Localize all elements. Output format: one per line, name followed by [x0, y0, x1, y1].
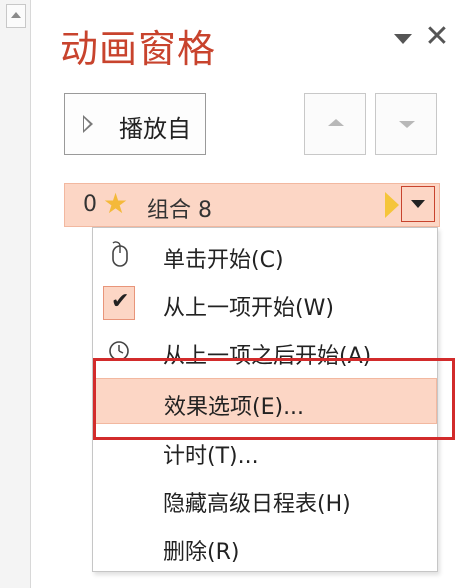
annotation-highlight-box — [93, 358, 455, 440]
menu-item-start-on-click[interactable]: 单击开始(C) — [93, 232, 437, 278]
arrow-up-icon — [328, 119, 344, 126]
move-earlier-button[interactable] — [304, 93, 366, 155]
menu-item-label: 单击开始(C) — [163, 248, 284, 273]
menu-item-label: 计时(T)... — [163, 444, 259, 469]
animation-order-number: 0 — [83, 192, 97, 217]
arrow-down-icon — [399, 121, 415, 128]
play-from-label: 播放自 — [119, 115, 191, 143]
panel-options-dropdown-icon[interactable] — [394, 34, 412, 44]
close-icon[interactable]: ✕ — [424, 22, 450, 52]
play-icon — [83, 115, 93, 133]
menu-item-remove[interactable]: 删除(R) — [93, 524, 437, 570]
vertical-scrollbar[interactable] — [0, 0, 31, 588]
animation-list-item[interactable]: 0 ★ 组合 8 — [64, 183, 440, 227]
menu-item-with-previous[interactable]: ✔ 从上一项开始(W) — [93, 280, 437, 326]
timeline-marker-icon — [385, 192, 399, 218]
menu-item-label: 删除(R) — [163, 540, 240, 565]
play-from-button[interactable]: 播放自 — [64, 93, 206, 155]
chevron-down-icon — [411, 200, 425, 208]
move-later-button[interactable] — [375, 93, 437, 155]
star-icon: ★ — [103, 187, 129, 220]
mouse-icon — [103, 238, 135, 272]
item-dropdown-button[interactable] — [401, 186, 435, 222]
menu-item-hide-advanced-timeline[interactable]: 隐藏高级日程表(H) — [93, 476, 437, 522]
scroll-up-button[interactable] — [6, 4, 26, 28]
menu-item-label: 从上一项开始(W) — [163, 296, 334, 321]
panel-title: 动画窗格 — [60, 27, 217, 71]
animation-item-name: 组合 8 — [147, 198, 212, 223]
menu-item-label: 隐藏高级日程表(H) — [163, 492, 351, 517]
checkmark-icon: ✔ — [103, 286, 135, 320]
